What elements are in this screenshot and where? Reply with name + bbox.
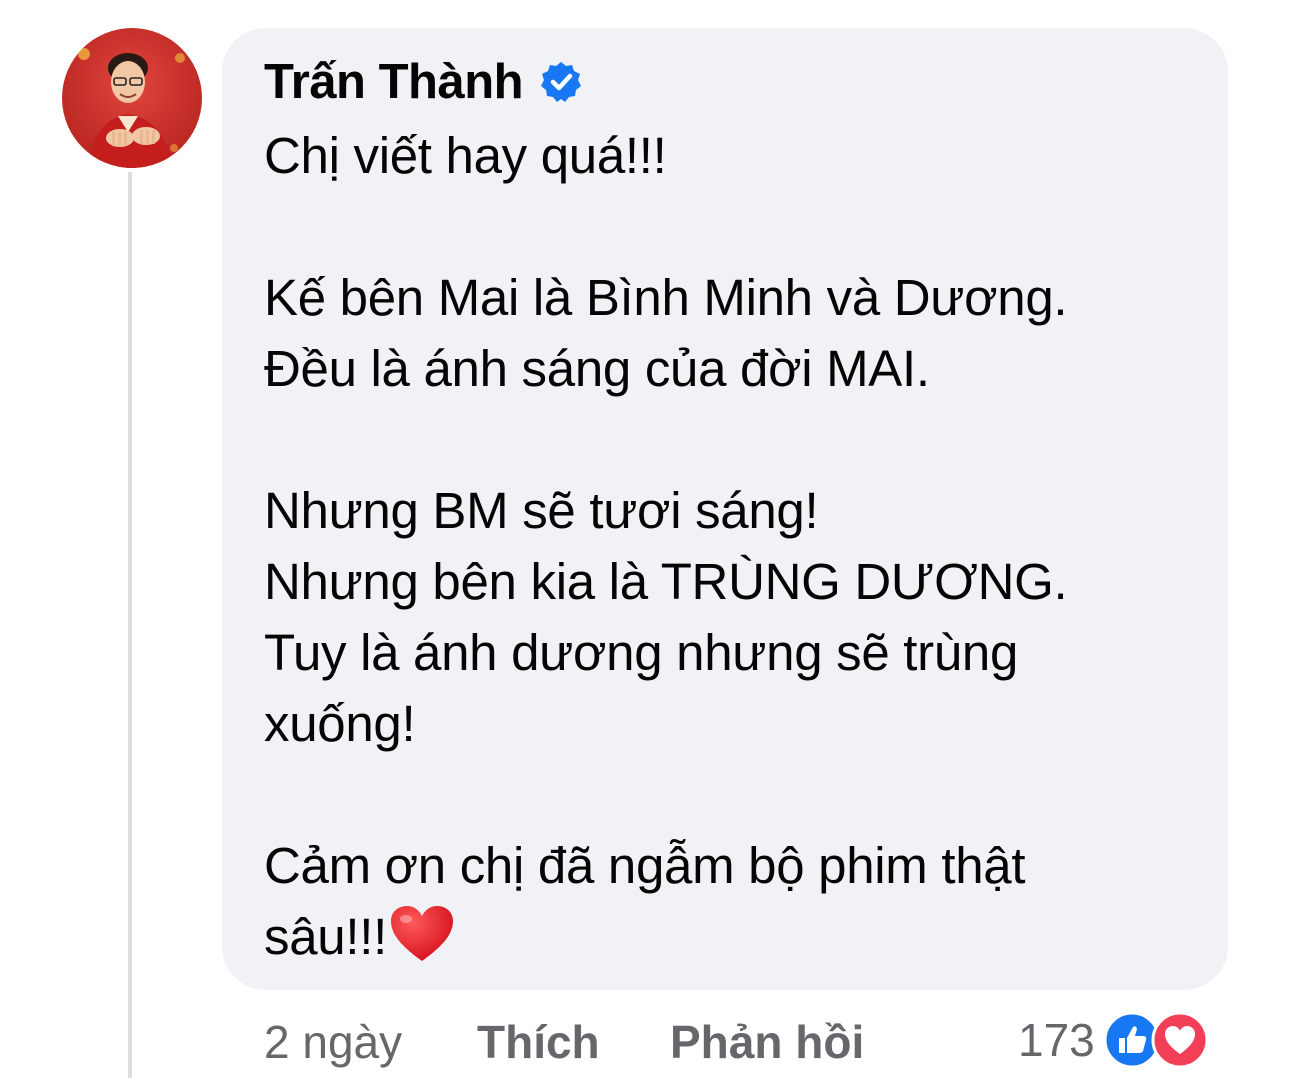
reaction-summary[interactable]: 173 [1018,1008,1209,1072]
comment-line: Đều là ánh sáng của đời MAI. [264,340,930,397]
comment-author-row: Trấn Thành [264,52,583,112]
verified-badge-icon [539,60,583,104]
comment-blank-line [264,759,1204,830]
reaction-count: 173 [1018,1014,1095,1066]
comment-author-name[interactable]: Trấn Thành [264,54,524,110]
reply-thread-line [128,172,132,1078]
comment-blank-line [264,191,1204,262]
comment-timestamp[interactable]: 2 ngày [264,1012,402,1072]
comment-text: Chị viết hay quá!!! Kế bên Mai là Bình M… [264,120,1204,972]
comment-line: Nhưng bên kia là TRÙNG DƯƠNG. [264,553,1068,610]
comment-line: Cảm ơn chị đã ngẫm bộ phim thật [264,837,1026,894]
avatar-image [62,28,202,168]
red-heart-icon [389,904,455,964]
comment-line: Kế bên Mai là Bình Minh và Dương. [264,269,1068,326]
avatar[interactable] [62,28,202,168]
love-reaction-icon [1151,1011,1209,1069]
comment-blank-line [264,404,1204,475]
comment-line: xuống! [264,695,416,752]
like-button[interactable]: Thích [477,1012,600,1072]
comment-line: Tuy là ánh dương nhưng sẽ trùng [264,624,1019,681]
comment-line: Chị viết hay quá!!! [264,127,667,184]
reply-button[interactable]: Phản hồi [670,1012,864,1072]
comment-last-line: sâu!!! [264,901,1204,972]
comment-line: sâu!!! [264,908,387,965]
comment-line: Nhưng BM sẽ tươi sáng! [264,482,819,539]
